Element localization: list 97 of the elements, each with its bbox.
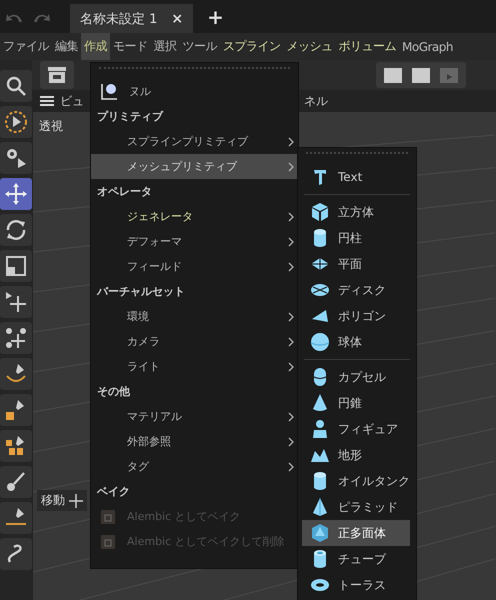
tool-button[interactable] (0, 502, 32, 534)
chevron-icon (288, 412, 294, 422)
menu-item[interactable]: メッシュ (284, 33, 336, 60)
submenu-item[interactable]: ライト (91, 354, 298, 379)
menu-header: プリミティブ (96, 109, 164, 125)
close-button[interactable]: × (171, 10, 184, 26)
menu-item[interactable]: 編集 (52, 33, 81, 60)
chevron-icon (288, 362, 294, 372)
tray-icon (46, 65, 68, 85)
menu-item[interactable]: ボリューム (336, 33, 399, 60)
four-arrows-icon (4, 182, 28, 206)
tool-button[interactable] (0, 178, 32, 210)
tool-button[interactable] (0, 214, 32, 246)
rotate-icon (4, 218, 28, 242)
menu-item[interactable]: オイルタンク (302, 468, 410, 494)
cone-icon (310, 393, 330, 413)
menu-item[interactable]: 正多面体 (302, 520, 410, 546)
menu-item[interactable]: フィギュア (302, 416, 410, 442)
chevron-icon (288, 212, 294, 222)
menu-item[interactable]: 選択 (150, 33, 180, 60)
search-icon (4, 74, 28, 98)
menu-item[interactable]: ツール (180, 33, 220, 60)
tool-label: 移動 (41, 492, 65, 509)
scale-icon (4, 254, 28, 278)
panel-menu[interactable]: ネル (304, 92, 328, 110)
tool-button[interactable] (0, 106, 32, 138)
tool-button[interactable] (0, 286, 32, 318)
menu-header: バーチャルセット (96, 284, 186, 300)
chevron-icon (288, 312, 294, 322)
submenu-item[interactable]: マテリアル (91, 404, 298, 429)
submenu-item[interactable]: 環境 (91, 304, 298, 329)
chevron-icon (288, 436, 294, 446)
document-tab[interactable]: 名称未設定 1 × (70, 4, 194, 33)
submenu-item[interactable]: カメラ (91, 329, 298, 354)
menu-item[interactable]: チューブ (302, 546, 410, 572)
submenu-item[interactable]: スプラインプリミティブ (91, 129, 298, 154)
chevron-icon (288, 236, 294, 246)
pyramid-icon (310, 497, 330, 517)
menu-header: ベイク (96, 484, 131, 500)
menu-item[interactable]: 立方体 (302, 199, 410, 225)
square-icon (99, 532, 117, 550)
submenu-item[interactable]: メッシュプリミティブ (91, 154, 298, 179)
view-menu[interactable]: ビュ (60, 92, 84, 110)
menu-header: オペレータ (96, 184, 153, 200)
tool-button[interactable] (0, 394, 32, 426)
menu-item[interactable]: トーラス (302, 572, 410, 598)
menu-item[interactable]: 平面 (302, 251, 410, 277)
tool-button[interactable] (0, 358, 32, 390)
brush-icon (4, 470, 28, 494)
chevron-icon (288, 162, 294, 172)
tab-title[interactable]: 名称未設定 1 (80, 10, 158, 28)
cross-icon (69, 494, 83, 508)
tool-button[interactable] (0, 430, 32, 462)
cube-icon (310, 202, 330, 222)
tool-button[interactable] (0, 322, 32, 354)
menu-item[interactable]: モード (110, 33, 150, 60)
menu-item[interactable]: Text (302, 164, 410, 190)
square-icon (99, 508, 117, 526)
menu-header: その他 (96, 384, 131, 400)
menu-icon (40, 95, 54, 107)
camera-label: 透視 (39, 118, 63, 135)
gear-cursor-icon (4, 146, 28, 170)
submenu-item[interactable]: デフォーマ (91, 229, 298, 254)
menu-item[interactable]: 作成 (81, 33, 110, 60)
menu-item[interactable]: MoGraph (399, 33, 456, 60)
tool-button[interactable] (0, 250, 32, 282)
submenu-item[interactable]: 外部参照 (91, 429, 298, 454)
figure-icon (310, 419, 330, 439)
chevron-icon (288, 462, 294, 472)
menu-item[interactable]: ディスク (302, 277, 410, 303)
tool-button[interactable] (0, 70, 32, 102)
tool-button[interactable] (0, 142, 32, 174)
menu-item[interactable]: スプライン (220, 33, 284, 60)
menu-item[interactable]: ヌル (91, 79, 298, 104)
menu-item[interactable]: ポリゴン (302, 303, 410, 329)
menu-item[interactable]: 球体 (302, 329, 410, 355)
dots-cross-icon (4, 326, 28, 350)
submenu-item[interactable]: フィールド (91, 254, 298, 279)
submenu-item[interactable]: ジェネレータ (91, 204, 298, 229)
dashed-circle-cursor-icon (4, 110, 28, 134)
tool-button[interactable] (0, 538, 32, 570)
menu-item[interactable]: カプセル (302, 364, 410, 390)
null-object-icon (99, 82, 119, 102)
tool-button[interactable] (0, 466, 32, 498)
chevron-icon (288, 336, 294, 346)
menu-item[interactable]: 円柱 (302, 225, 410, 251)
sphere-icon (310, 332, 330, 352)
chevron-icon (288, 262, 294, 272)
polyhedron-icon (310, 523, 330, 543)
menu-item[interactable]: ピラミッド (302, 494, 410, 520)
submenu-item[interactable]: タグ (91, 454, 298, 479)
menu-item[interactable]: 地形 (302, 442, 410, 468)
menu-item[interactable]: ファイル (0, 33, 52, 60)
add-tab-button[interactable]: + (197, 4, 234, 28)
cursor-cross-icon (4, 290, 28, 314)
chevron-icon (288, 136, 294, 146)
menu-item[interactable]: 円錐 (302, 390, 410, 416)
